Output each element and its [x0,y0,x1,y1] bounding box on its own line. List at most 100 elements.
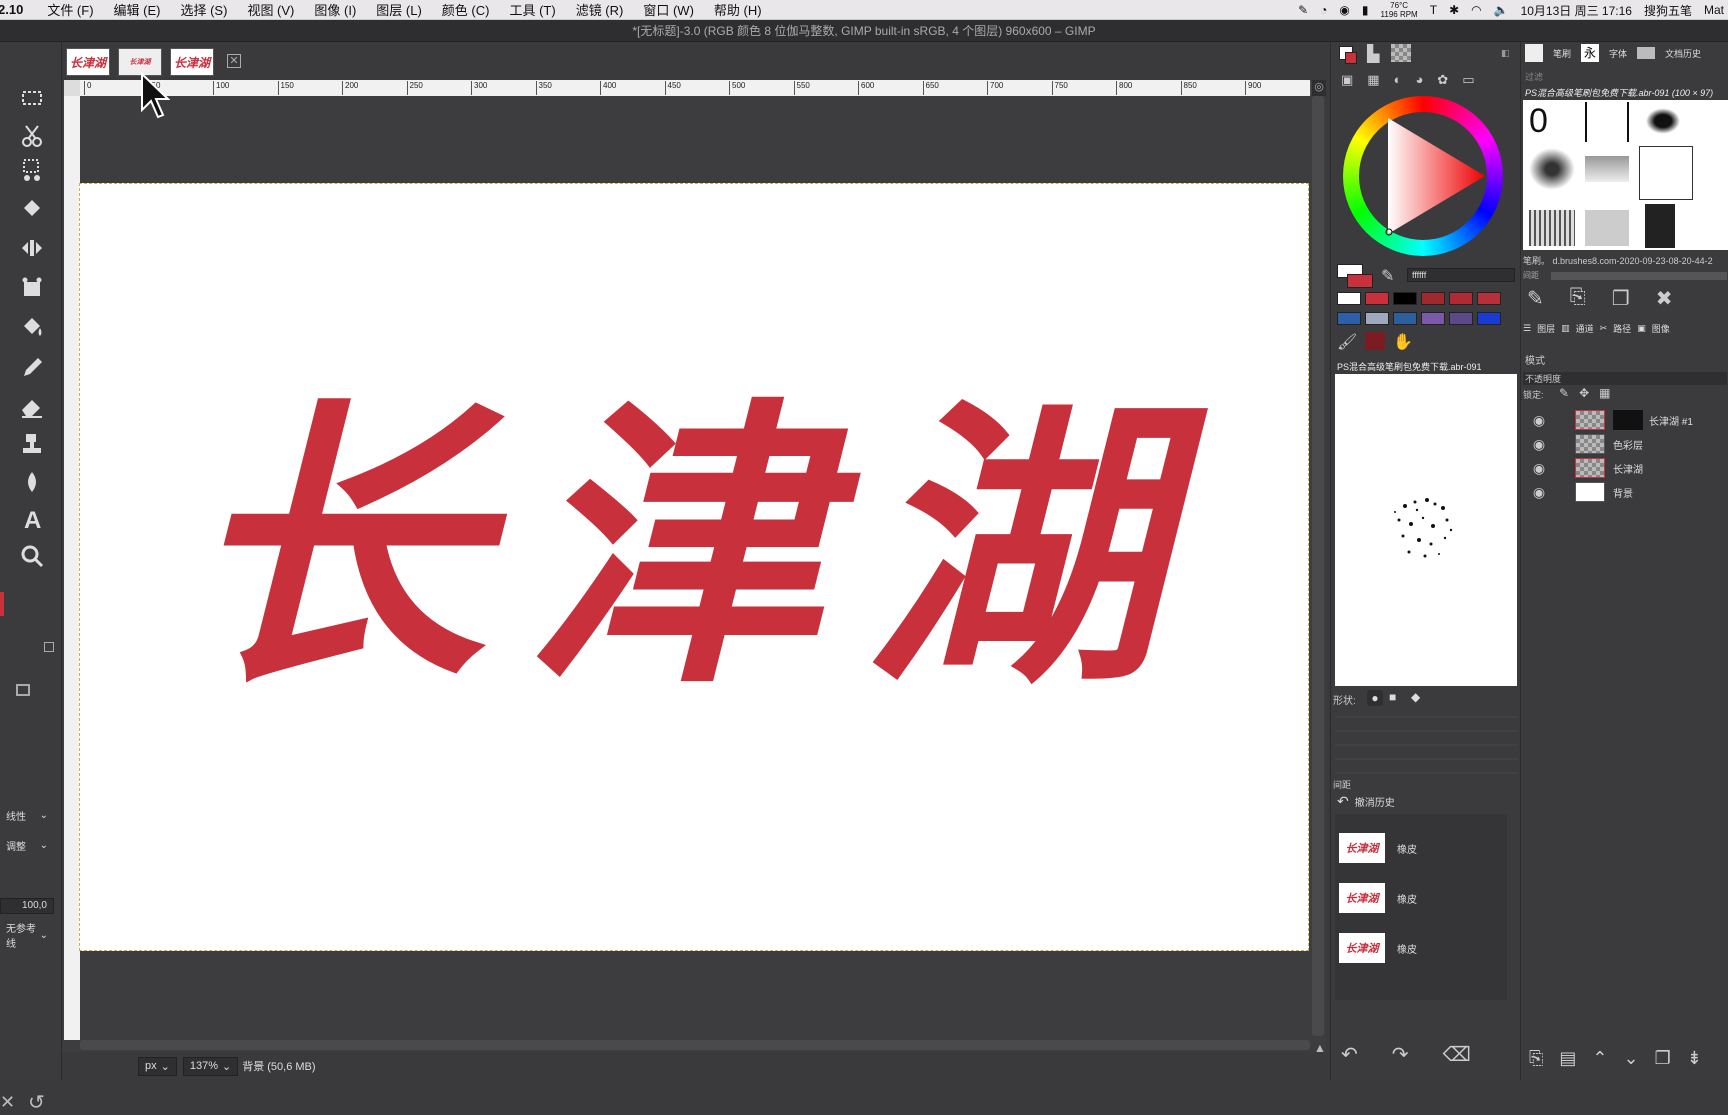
palette-swatch[interactable] [1337,312,1361,325]
layer-row[interactable]: ◉ 背景 [1525,480,1728,504]
image-tab[interactable]: 长津湖 [66,48,110,76]
new-group-icon[interactable]: ▤ [1559,1048,1576,1069]
clock[interactable]: 10月13日 周三 17:16 [1521,2,1632,19]
mode-label[interactable]: 模式 [1525,352,1545,367]
undo-button[interactable]: ↶ [1341,1042,1358,1067]
undo-item[interactable]: 长津湖 橡皮 [1339,876,1515,920]
restore-icon[interactable]: ↺ [28,1090,45,1115]
color-picker-icon[interactable]: ✎ [1381,266,1394,286]
palette-swatch[interactable] [1477,292,1501,305]
cage-transform-icon[interactable] [14,272,50,304]
raise-layer-icon[interactable]: ⌃ [1592,1048,1607,1069]
user-name[interactable]: Mat [1704,3,1724,17]
color-wheel[interactable] [1343,96,1503,256]
delete-brush-icon[interactable]: ✖ [1656,286,1673,311]
unit-select[interactable]: px ⌄ [138,1056,177,1076]
brush-grid[interactable]: 0 [1523,100,1728,250]
clear-history-button[interactable]: ⌫ [1443,1042,1471,1067]
eye-icon[interactable]: ◉ [1525,460,1553,477]
tab-fonts[interactable]: 字体 [1609,47,1627,60]
redo-button[interactable]: ↷ [1392,1042,1409,1067]
duplicate-brush-icon[interactable]: ❐ [1612,286,1630,311]
merge-layer-icon[interactable]: ⇟ [1687,1048,1702,1069]
app-name[interactable]: 2.10 [0,2,37,17]
eye-icon[interactable]: ◉ [1525,436,1553,453]
brush-swatch[interactable] [1585,156,1629,182]
interpolation-dropdown[interactable]: 线性 ⌄ [0,804,54,826]
menu-tools[interactable]: 工具 (T) [499,0,565,19]
transform-icon[interactable] [14,192,50,224]
brush-swatch[interactable] [1645,204,1675,248]
text-tool-icon[interactable]: A [14,502,50,534]
brush-swatch[interactable] [1529,148,1575,190]
flip-icon[interactable] [14,232,50,264]
volume-icon[interactable]: 🔈 [1494,3,1509,17]
sync-icon[interactable]: ◔ [1320,3,1327,17]
hex-input[interactable]: ffffff [1407,268,1515,282]
opacity-label[interactable]: 不透明度 [1523,372,1727,385]
font-tab-icon[interactable]: 永 [1581,44,1600,62]
menu-view[interactable]: 视图 (V) [237,0,304,19]
dynamics-icon[interactable] [1365,332,1386,350]
eye-icon[interactable]: ◉ [1525,484,1553,501]
menu-help[interactable]: 帮助 (H) [704,0,772,19]
lower-layer-icon[interactable]: ⌄ [1624,1048,1639,1069]
undo-item[interactable]: 长津湖 橡皮 [1339,926,1515,970]
palette-swatch[interactable] [1421,292,1445,305]
edit-icon[interactable]: ✎ [1298,3,1308,17]
fg-bg-tab-icon[interactable]: ▣ [1341,72,1353,88]
brush-swatch[interactable]: 0 [1529,102,1575,142]
close-icon[interactable]: ✕ [227,54,241,68]
palette-swatch[interactable] [1421,312,1445,325]
tab-images[interactable]: 图像 [1652,322,1670,335]
pattern-icon[interactable] [1391,44,1411,62]
rect-select-icon[interactable] [14,82,50,114]
tab-brushes[interactable]: 笔刷 [1553,47,1571,60]
menu-layer[interactable]: 图层 (L) [366,0,432,19]
circle-shape-icon[interactable]: ● [1367,690,1383,706]
brush-swatch-selected[interactable] [1639,146,1693,200]
menu-color[interactable]: 颜色 (C) [432,0,500,19]
menu-file[interactable]: 文件 (F) [37,0,103,19]
brush-sliders[interactable] [1335,716,1517,786]
palette-swatch[interactable] [1365,292,1389,305]
undo-item[interactable]: 长津湖 橡皮 [1339,826,1515,870]
eye-icon[interactable]: ◉ [1525,412,1553,429]
paths-icon[interactable]: ✂ [1600,323,1608,334]
clone-stamp-icon[interactable] [14,428,50,460]
tab-doc-history[interactable]: 文档历史 [1665,47,1701,60]
text-input-icon[interactable]: T [1430,3,1437,17]
tab-channels[interactable]: 通道 [1576,322,1594,335]
wifi-icon[interactable]: ◠ [1471,3,1481,17]
layer-row[interactable]: ◉ 长津湖 #1 [1525,408,1728,432]
diamond-shape-icon[interactable]: ◆ [1411,690,1420,704]
layer-name[interactable]: 长津湖 #1 [1649,413,1693,428]
wechat-icon[interactable]: ◉ [1339,3,1349,17]
palette-swatch[interactable] [1477,312,1501,325]
cmyk-tab-icon[interactable]: ▦ [1367,72,1379,88]
zoom-icon[interactable]: ◎ [1312,80,1326,96]
history-tab-icon[interactable] [1637,47,1656,59]
lock-alpha-icon[interactable]: ▦ [1599,386,1610,400]
brush-option-icon[interactable] [16,684,30,696]
expand-icon[interactable] [44,642,54,652]
menu-filters[interactable]: 滤镜 (R) [566,0,634,19]
brush-swatch[interactable] [1643,106,1683,136]
horizontal-scrollbar[interactable] [80,1040,1310,1050]
spacing-slider[interactable] [1551,272,1727,280]
image-canvas[interactable]: 长津湖 [79,183,1309,951]
new-brush-icon[interactable]: ⎘ [1570,286,1586,311]
layers-icon[interactable]: ☰ [1523,323,1531,334]
zoom-tool-icon[interactable] [14,540,50,572]
navigate-icon[interactable] [64,80,80,96]
brush-swatch[interactable] [1585,210,1629,246]
channels-icon[interactable]: ▥ [1561,323,1570,334]
paintbrush-icon[interactable]: 🖌 [1337,332,1357,352]
foreground-select-icon[interactable] [14,154,50,186]
layer-name[interactable]: 背景 [1613,485,1633,500]
tab-layers[interactable]: 图层 [1537,322,1555,335]
scale-tab-icon[interactable]: ◐ [1394,72,1402,88]
adjust-dropdown[interactable]: 调整 ⌄ [0,834,54,856]
value-field[interactable]: 100,0 [0,898,54,914]
brush-tab-icon[interactable] [1525,44,1543,62]
